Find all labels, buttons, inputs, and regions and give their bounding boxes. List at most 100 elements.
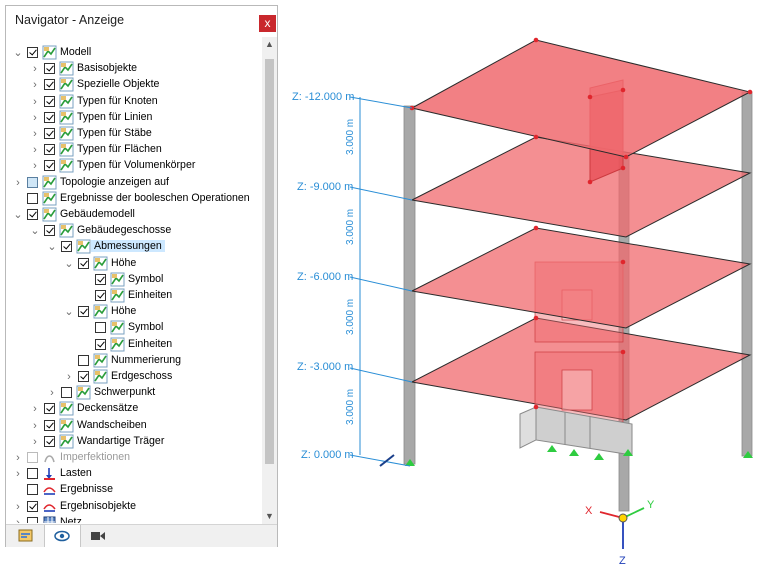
checkbox[interactable] (95, 338, 106, 350)
chevron-down-icon[interactable]: ⌄ (13, 207, 23, 223)
checkbox[interactable] (44, 160, 55, 172)
tree-row[interactable]: Symbol (6, 272, 261, 288)
tree-row[interactable]: › Typen für Stäbe (6, 126, 261, 142)
tree-row[interactable]: Nummerierung (6, 353, 261, 369)
slab-level--12[interactable] (410, 39, 752, 158)
tree-row[interactable]: Symbol (6, 320, 261, 336)
tree-row[interactable]: › Ergebnisobjekte (6, 499, 261, 515)
tree-row[interactable]: › Spezielle Objekte (6, 77, 261, 93)
tree-row[interactable]: Einheiten (6, 337, 261, 353)
chevron-down-icon[interactable]: ⌄ (47, 239, 57, 255)
slab-level--9[interactable] (410, 136, 752, 238)
chevron-right-icon[interactable]: › (13, 515, 23, 523)
chevron-right-icon[interactable]: › (30, 94, 40, 110)
checkbox[interactable] (44, 63, 55, 75)
tab-data[interactable] (8, 525, 43, 547)
checkbox[interactable] (78, 306, 89, 318)
close-button[interactable]: x (259, 15, 276, 32)
checkbox[interactable] (44, 79, 55, 91)
scrollbar-thumb[interactable] (265, 59, 274, 464)
checkbox[interactable] (61, 241, 72, 253)
tree-item-label: Symbol (128, 272, 164, 285)
checkbox[interactable] (27, 516, 38, 523)
checkbox[interactable] (44, 225, 55, 237)
checkbox[interactable] (27, 176, 38, 188)
chevron-right-icon[interactable]: › (30, 77, 40, 93)
checkbox[interactable] (78, 257, 89, 269)
tree-row[interactable]: › Imperfektionen (6, 450, 261, 466)
slab-level--6[interactable] (410, 227, 752, 329)
chevron-right-icon[interactable]: › (30, 401, 40, 417)
chevron-down-icon[interactable]: ⌄ (64, 256, 74, 272)
chevron-right-icon[interactable]: › (30, 434, 40, 450)
checkbox[interactable] (78, 371, 89, 382)
checkbox[interactable] (44, 403, 55, 415)
checkbox[interactable] (78, 354, 89, 366)
model-icon (42, 207, 57, 222)
column-back-right[interactable] (741, 91, 753, 457)
checkbox[interactable] (27, 468, 38, 480)
tree-row[interactable]: Einheiten (6, 288, 261, 304)
tree-row[interactable]: › Typen für Knoten (6, 94, 261, 110)
tree-row[interactable]: › Typen für Volumenkörper (6, 158, 261, 174)
tree-row[interactable]: › Wandscheiben (6, 418, 261, 434)
chevron-down-icon[interactable]: ⌄ (13, 45, 23, 61)
tree-row[interactable]: › Erdgeschoss (6, 369, 261, 385)
chevron-right-icon[interactable]: › (13, 499, 23, 515)
tree-row[interactable]: Ergebnisse (6, 482, 261, 498)
chevron-down-icon[interactable]: ⌄ (64, 304, 74, 320)
checkbox[interactable] (95, 322, 106, 334)
tree-scrollbar[interactable]: ▲ ▼ (262, 37, 277, 524)
scroll-down-arrow-icon[interactable]: ▼ (262, 511, 277, 521)
chevron-right-icon[interactable]: › (30, 158, 40, 174)
tab-views[interactable] (80, 525, 115, 547)
checkbox[interactable] (95, 290, 106, 301)
chevron-right-icon[interactable]: › (13, 450, 23, 466)
tree-row[interactable]: › Basisobjekte (6, 61, 261, 77)
tab-display[interactable] (44, 525, 81, 547)
tree-row[interactable]: ⌄ Abmessungen (6, 239, 261, 255)
checkbox[interactable] (44, 128, 55, 139)
chevron-down-icon[interactable]: ⌄ (30, 223, 40, 239)
tree-row[interactable]: ⌄ Modell (6, 45, 261, 61)
tree-row[interactable]: Ergebnisse der booleschen Operationen (6, 191, 261, 207)
checkbox[interactable] (61, 387, 72, 399)
chevron-right-icon[interactable]: › (30, 61, 40, 77)
checkbox[interactable] (27, 500, 38, 512)
checkbox[interactable] (27, 47, 38, 58)
checkbox[interactable] (27, 192, 38, 204)
checkbox[interactable] (27, 484, 38, 496)
chevron-right-icon[interactable]: › (30, 142, 40, 158)
chevron-right-icon[interactable]: › (64, 369, 74, 385)
checkbox[interactable] (44, 111, 55, 123)
model-icon (59, 401, 74, 416)
tree-row[interactable]: ⌄ Gebäudemodell (6, 207, 261, 223)
tree-row[interactable]: ⌄ Gebäudegeschosse (6, 223, 261, 239)
tree-row[interactable]: › Lasten (6, 466, 261, 482)
chevron-right-icon[interactable]: › (13, 466, 23, 482)
model-view[interactable]: Z: -12.000 m Z: -9.000 m Z: -6.000 m Z: … (280, 0, 760, 569)
chevron-right-icon[interactable]: › (30, 126, 40, 142)
checkbox[interactable] (95, 273, 106, 285)
chevron-right-icon[interactable]: › (30, 110, 40, 126)
tree-row[interactable]: › Topologie anzeigen auf (6, 175, 261, 191)
checkbox[interactable] (27, 452, 38, 463)
tree-row[interactable]: ⌄ Höhe (6, 304, 261, 320)
column-front-left[interactable] (403, 105, 416, 465)
tree-row[interactable]: › Netz (6, 515, 261, 523)
chevron-right-icon[interactable]: › (30, 418, 40, 434)
checkbox[interactable] (44, 419, 55, 431)
tree-row[interactable]: › Wandartige Träger (6, 434, 261, 450)
tree-row[interactable]: › Typen für Linien (6, 110, 261, 126)
checkbox[interactable] (44, 95, 55, 107)
tree-row[interactable]: › Typen für Flächen (6, 142, 261, 158)
checkbox[interactable] (27, 209, 38, 220)
tree-row[interactable]: ⌄ Höhe (6, 256, 261, 272)
tree-row[interactable]: › Deckensätze (6, 401, 261, 417)
checkbox[interactable] (44, 144, 55, 156)
checkbox[interactable] (44, 435, 55, 447)
chevron-right-icon[interactable]: › (47, 385, 57, 401)
scroll-up-arrow-icon[interactable]: ▲ (262, 39, 277, 49)
tree-row[interactable]: › Schwerpunkt (6, 385, 261, 401)
chevron-right-icon[interactable]: › (13, 175, 23, 191)
